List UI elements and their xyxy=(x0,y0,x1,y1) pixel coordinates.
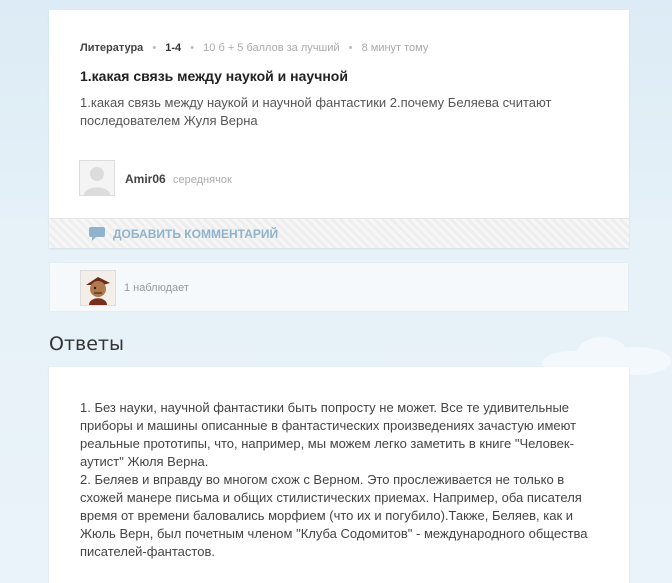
watchers-card: 1 наблюдает xyxy=(49,262,629,312)
author-rank: середнячок xyxy=(173,174,232,186)
separator-dot: • xyxy=(348,42,353,54)
separator-dot: • xyxy=(152,42,157,54)
author-avatar[interactable] xyxy=(79,160,115,196)
author-info: Amir06 середнячок xyxy=(125,172,232,186)
comment-bar: ДОБАВИТЬ КОММЕНТАРИЙ xyxy=(49,218,629,248)
subject-link[interactable]: Литература xyxy=(80,42,143,54)
question-title: 1.какая связь между наукой и научной xyxy=(80,68,348,84)
watcher-avatar[interactable] xyxy=(80,270,116,306)
grade-link[interactable]: 1-4 xyxy=(165,42,181,54)
cartoon-character-avatar-icon xyxy=(81,271,115,305)
add-comment-button[interactable]: ДОБАВИТЬ КОММЕНТАРИЙ xyxy=(89,227,278,241)
separator-dot: • xyxy=(190,42,195,54)
question-meta: Литература • 1-4 • 10 б + 5 баллов за лу… xyxy=(80,42,428,54)
answers-heading: Ответы xyxy=(49,333,124,355)
question-text: 1.какая связь между наукой и научной фан… xyxy=(80,95,552,128)
answer-paragraph: 1. Без науки, научной фантастики быть по… xyxy=(80,400,577,469)
time-text: 8 минут тому xyxy=(361,42,429,54)
watchers-count: 1 наблюдает xyxy=(124,282,189,294)
answer-card: 1. Без науки, научной фантастики быть по… xyxy=(49,367,629,583)
add-comment-label: ДОБАВИТЬ КОММЕНТАРИЙ xyxy=(113,227,279,241)
author-nick[interactable]: Amir06 xyxy=(125,172,166,186)
question-card: Литература • 1-4 • 10 б + 5 баллов за лу… xyxy=(49,10,629,248)
speech-bubble-icon xyxy=(89,227,105,241)
points-text: 10 б + 5 баллов за лучший xyxy=(203,42,340,54)
answer-paragraph: 2. Беляев и вправду во многом схож с Вер… xyxy=(80,472,588,559)
user-silhouette-icon xyxy=(84,167,110,195)
answer-text: 1. Без науки, научной фантастики быть по… xyxy=(80,399,610,561)
